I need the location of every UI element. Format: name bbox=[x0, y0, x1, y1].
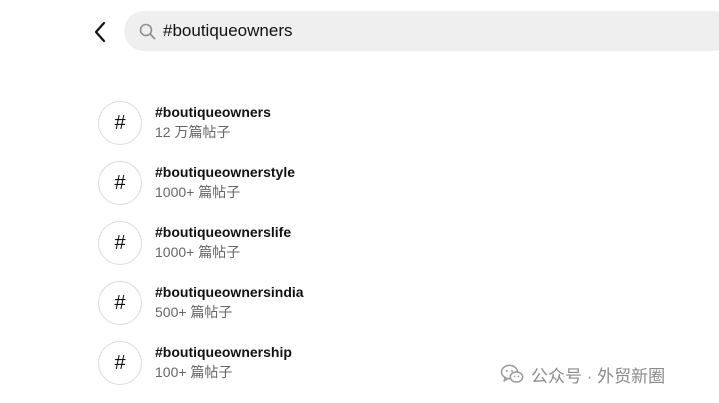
result-count: 12 万篇帖子 bbox=[155, 123, 231, 140]
result-count: 1000+ 篇帖子 bbox=[155, 183, 241, 200]
search-bar[interactable] bbox=[124, 11, 719, 51]
result-item-boutiqueowners[interactable]: # #boutiqueowners 12 万篇帖子 bbox=[98, 94, 558, 154]
result-item-boutiqueownersindia[interactable]: # #boutiqueownersindia 500+ 篇帖子 bbox=[98, 274, 558, 334]
result-count: 100+ 篇帖子 bbox=[155, 363, 233, 380]
result-item-boutiqueownerslife[interactable]: # #boutiqueownerslife 1000+ 篇帖子 bbox=[98, 214, 558, 274]
search-results-list: # #boutiqueowners 12 万篇帖子 # #boutiqueown… bbox=[98, 94, 558, 394]
search-icon bbox=[138, 22, 156, 40]
result-tag: #boutiqueownerslife bbox=[155, 223, 292, 240]
hashtag-icon: # bbox=[98, 101, 142, 145]
result-item-boutiqueownership[interactable]: # #boutiqueownership 100+ 篇帖子 bbox=[98, 334, 558, 394]
watermark-text: 公众号 · 外贸新圈 bbox=[531, 366, 666, 386]
search-page: # #boutiqueowners 12 万篇帖子 # #boutiqueown… bbox=[0, 0, 719, 403]
result-count: 1000+ 篇帖子 bbox=[155, 243, 241, 260]
search-input[interactable] bbox=[163, 21, 563, 41]
result-text: #boutiqueownership 100+ 篇帖子 bbox=[155, 343, 292, 382]
watermark: 公众号 · 外贸新圈 bbox=[500, 362, 665, 386]
result-text: #boutiqueownersindia 500+ 篇帖子 bbox=[155, 283, 304, 322]
hashtag-icon: # bbox=[98, 341, 142, 385]
hashtag-icon: # bbox=[98, 221, 142, 265]
result-text: #boutiqueownerslife 1000+ 篇帖子 bbox=[155, 223, 291, 262]
result-tag: #boutiqueownersindia bbox=[155, 283, 304, 300]
hashtag-icon: # bbox=[98, 281, 142, 325]
back-button[interactable] bbox=[86, 17, 114, 47]
result-tag: #boutiqueownerstyle bbox=[155, 163, 296, 180]
result-tag: #boutiqueowners bbox=[155, 103, 271, 120]
result-item-boutiqueownerstyle[interactable]: # #boutiqueownerstyle 1000+ 篇帖子 bbox=[98, 154, 558, 214]
result-tag: #boutiqueownership bbox=[155, 343, 292, 360]
result-text: #boutiqueownerstyle 1000+ 篇帖子 bbox=[155, 163, 295, 202]
chevron-left-icon bbox=[94, 21, 106, 43]
wechat-logo-icon bbox=[500, 364, 524, 383]
result-text: #boutiqueowners 12 万篇帖子 bbox=[155, 103, 271, 142]
result-count: 500+ 篇帖子 bbox=[155, 303, 233, 320]
hashtag-icon: # bbox=[98, 161, 142, 205]
